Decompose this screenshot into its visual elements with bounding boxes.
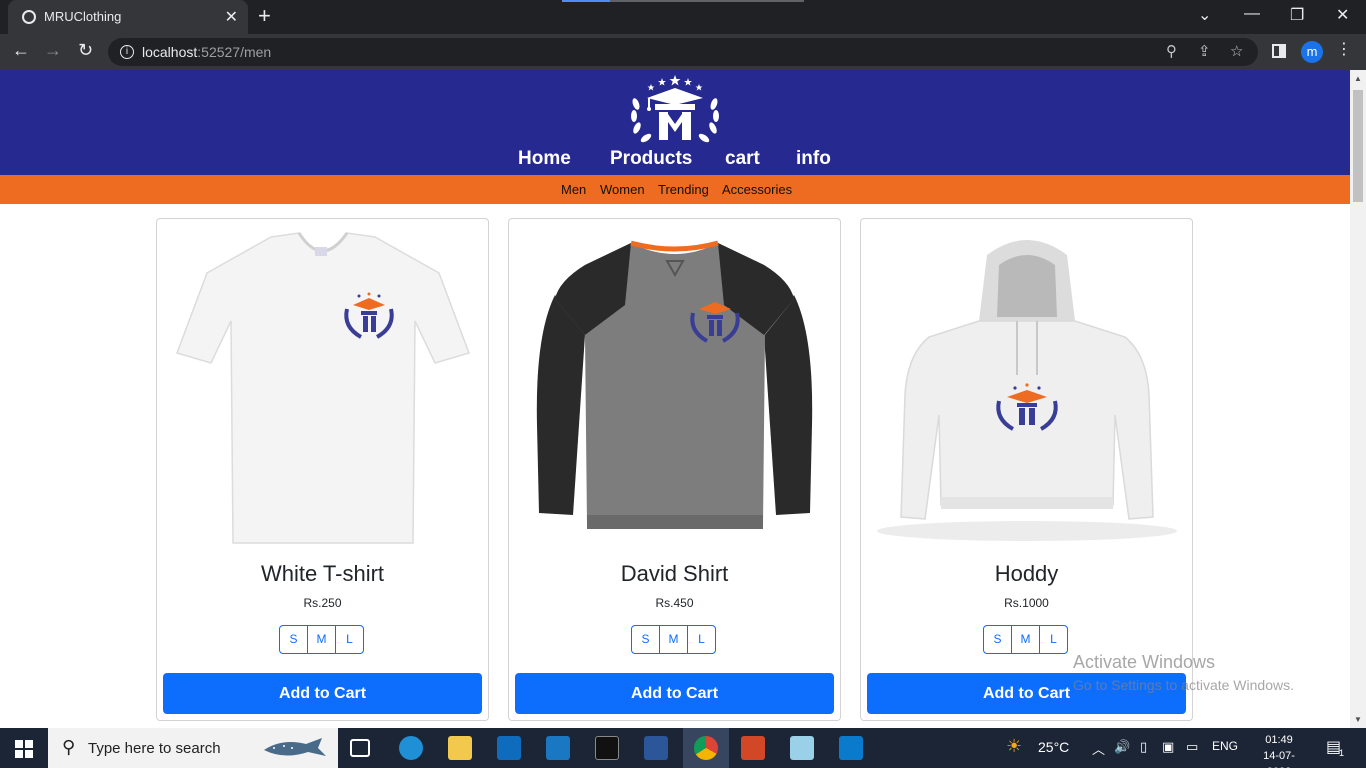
subnav-accessories[interactable]: Accessories	[722, 182, 792, 197]
white-tshirt-image[interactable]	[163, 225, 482, 547]
page-scrollbar[interactable]: ▲ ▼	[1350, 70, 1366, 728]
product-price: Rs.450	[655, 596, 694, 610]
size-m-button[interactable]: M	[307, 625, 336, 654]
size-s-button[interactable]: S	[631, 625, 660, 654]
close-tab-icon[interactable]: ✕	[225, 7, 238, 27]
powerpoint-icon[interactable]	[741, 736, 765, 760]
battery-icon[interactable]: ▯	[1140, 739, 1147, 755]
product-card: White T-shirt Rs.250 S M L Add to Cart	[156, 218, 489, 721]
share-icon[interactable]: ⇪	[1198, 42, 1211, 60]
main-nav: Home Products cart info	[0, 148, 1350, 174]
clock-time: 01:49	[1265, 734, 1293, 746]
add-to-cart-button[interactable]: Add to Cart	[163, 673, 482, 714]
url-text: localhost:52527/men	[142, 44, 272, 60]
clock-date: 14-07-2023	[1263, 750, 1295, 778]
terminal-icon[interactable]	[595, 736, 619, 760]
bookmark-star-icon[interactable]: ☆	[1230, 42, 1243, 60]
scroll-down-icon[interactable]: ▼	[1354, 715, 1362, 724]
product-card: Hoddy Rs.1000 S M L Add to Cart	[860, 218, 1193, 721]
browser-tab[interactable]: MRUClothing ✕	[8, 0, 248, 34]
windows-start-icon[interactable]	[15, 740, 33, 758]
reload-icon[interactable]: ↻	[78, 40, 93, 61]
size-selector: S M L	[983, 625, 1068, 654]
app-icon[interactable]	[790, 736, 814, 760]
browser-toolbar: ← → ↻ i localhost:52527/men ⚲ ⇪ ☆	[0, 34, 1366, 70]
address-bar[interactable]: i localhost:52527/men ⚲ ⇪ ☆	[108, 38, 1258, 66]
grey-black-sweatshirt-image[interactable]	[515, 225, 834, 547]
task-view-icon[interactable]	[350, 739, 370, 757]
product-title: White T-shirt	[260, 561, 385, 586]
product-price: Rs.1000	[1004, 596, 1049, 610]
profile-avatar[interactable]: m	[1301, 41, 1323, 63]
network-icon[interactable]: ▭	[1186, 739, 1198, 755]
side-panel-icon[interactable]	[1272, 44, 1286, 58]
minimize-button[interactable]: —	[1244, 5, 1260, 23]
show-hidden-icons-icon[interactable]: ︿	[1092, 739, 1105, 758]
category-subnav: Men Women Trending Accessories	[0, 175, 1350, 204]
loading-progress	[562, 0, 804, 2]
weather-temp[interactable]: 25°C	[1038, 739, 1069, 755]
tab-title: MRUClothing	[44, 9, 122, 24]
page-viewport: Home Products cart info Men Women Trendi…	[0, 70, 1350, 728]
forward-arrow-icon[interactable]: →	[44, 40, 62, 61]
size-l-button[interactable]: L	[335, 625, 364, 654]
activate-windows-watermark-title: Activate Windows	[1073, 652, 1216, 672]
tab-search-icon[interactable]: ⌄	[1198, 5, 1211, 25]
subnav-men[interactable]: Men	[561, 182, 586, 197]
chrome-icon[interactable]	[694, 736, 718, 760]
restore-button[interactable]: ❐	[1290, 5, 1304, 25]
word-icon[interactable]	[644, 736, 668, 760]
system-clock[interactable]: 01:49 14-07-2023	[1254, 732, 1304, 780]
subnav-women[interactable]: Women	[600, 182, 645, 197]
scrollbar-thumb[interactable]	[1353, 90, 1363, 202]
taskbar-search-box[interactable]: ⚲ Type here to search	[48, 728, 338, 768]
site-header: Home Products cart info	[0, 70, 1350, 175]
size-s-button[interactable]: S	[983, 625, 1012, 654]
nav-products[interactable]: Products	[610, 148, 692, 170]
file-explorer-icon[interactable]	[448, 736, 472, 760]
microsoft-store-icon[interactable]	[497, 736, 521, 760]
weather-icon[interactable]: ☀	[1006, 736, 1022, 757]
browser-menu-icon[interactable]: ⋮	[1336, 42, 1352, 58]
white-hoodie-image[interactable]	[867, 225, 1186, 547]
volume-icon[interactable]: 🔊	[1114, 739, 1130, 755]
mru-logo	[631, 75, 719, 143]
display-icon[interactable]: ▣	[1162, 739, 1174, 755]
size-selector: S M L	[631, 625, 716, 654]
mail-icon[interactable]	[546, 736, 570, 760]
nav-home[interactable]: Home	[518, 148, 571, 170]
nav-info[interactable]: info	[796, 148, 831, 170]
notification-count: 1	[1339, 748, 1345, 758]
add-to-cart-button[interactable]: Add to Cart	[515, 673, 834, 714]
product-title: Hoddy	[994, 561, 1059, 586]
search-icon: ⚲	[62, 737, 76, 757]
activate-windows-watermark-text: Go to Settings to activate Windows.	[1073, 677, 1294, 693]
zoom-search-icon[interactable]: ⚲	[1166, 42, 1177, 60]
site-info-icon[interactable]: i	[120, 45, 134, 59]
globe-icon	[22, 10, 36, 24]
whale-shark-search-icon	[264, 738, 326, 756]
taskbar-search-placeholder: Type here to search	[88, 740, 221, 757]
language-indicator[interactable]: ENG	[1212, 739, 1238, 753]
nav-cart[interactable]: cart	[725, 148, 760, 170]
new-tab-button[interactable]: +	[258, 4, 271, 28]
size-l-button[interactable]: L	[687, 625, 716, 654]
product-price: Rs.250	[303, 596, 342, 610]
close-window-button[interactable]: ✕	[1336, 5, 1349, 25]
product-title: David Shirt	[620, 561, 729, 586]
size-selector: S M L	[279, 625, 364, 654]
size-m-button[interactable]: M	[659, 625, 688, 654]
windows-taskbar: ⚲ Type here to search ☀ 25°C ︿ 🔊 ▯ ▣ ▭ E…	[0, 728, 1366, 778]
vscode-icon[interactable]	[839, 736, 863, 760]
browser-tab-strip: MRUClothing ✕ + ⌄ — ❐ ✕	[0, 0, 1366, 34]
edge-icon[interactable]	[399, 736, 423, 760]
subnav-trending[interactable]: Trending	[658, 182, 709, 197]
product-card: David Shirt Rs.450 S M L Add to Cart	[508, 218, 841, 721]
back-arrow-icon[interactable]: ←	[12, 40, 30, 61]
size-s-button[interactable]: S	[279, 625, 308, 654]
size-l-button[interactable]: L	[1039, 625, 1068, 654]
size-m-button[interactable]: M	[1011, 625, 1040, 654]
scroll-up-icon[interactable]: ▲	[1354, 74, 1362, 83]
